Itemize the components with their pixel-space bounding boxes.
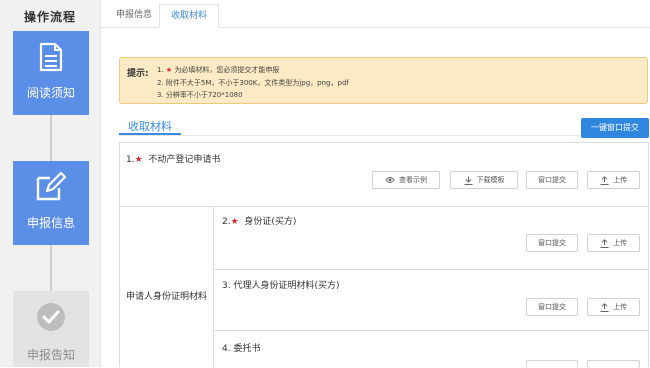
item-1-title: 1.★ 不动产登记申请书 bbox=[126, 155, 221, 165]
row-divider bbox=[213, 269, 649, 270]
required-star-icon: ★ bbox=[165, 66, 173, 74]
step-declare-notify[interactable]: 申报告知 bbox=[13, 291, 89, 367]
tab-collect-materials[interactable]: 收取材料 bbox=[159, 4, 219, 28]
notice-line-2: 2. 附件不大于5M，不小于300K，文件类型为jpg，png，pdf bbox=[157, 79, 349, 87]
document-icon bbox=[13, 42, 89, 74]
upload-icon bbox=[600, 238, 609, 248]
step-label: 阅读须知 bbox=[26, 86, 75, 100]
upload-button[interactable]: 上传 bbox=[587, 298, 640, 316]
section-divider bbox=[119, 135, 649, 136]
check-circle-icon bbox=[13, 302, 89, 334]
step-label: 申报信息 bbox=[26, 216, 75, 230]
item-4-title: 4. 委托书 bbox=[222, 344, 261, 354]
step-connector bbox=[50, 115, 52, 161]
group-divider bbox=[213, 207, 214, 367]
notice-label: 提示: bbox=[127, 69, 149, 79]
view-example-button[interactable]: 查看示例 bbox=[372, 171, 440, 189]
upload-button[interactable]: 上传 bbox=[587, 234, 640, 252]
section-title: 收取材料 bbox=[119, 118, 181, 135]
required-star-icon: ★ bbox=[134, 155, 143, 165]
group-label: 申请人身份证明材料 bbox=[126, 292, 208, 302]
tab-bar: 申报信息 收取材料 bbox=[101, 0, 650, 28]
notice-line-1: 1. ★ 为必填材料，您必须提交才能申报 bbox=[157, 66, 280, 74]
item-3-title: 3. 代理人身份证明材料(买方) bbox=[222, 281, 340, 291]
download-icon bbox=[464, 176, 472, 185]
notice-box: 提示: 1. ★ 为必填材料，您必须提交才能申报 2. 附件不大于5M，不小于3… bbox=[119, 57, 648, 104]
row-divider bbox=[213, 330, 649, 331]
download-template-button[interactable]: 下载模板 bbox=[450, 171, 518, 189]
item-2-title: 2.★ 身份证(买方) bbox=[222, 217, 297, 227]
row-divider bbox=[119, 206, 649, 207]
upload-icon bbox=[600, 175, 609, 185]
window-submit-button[interactable]: 窗口提交 bbox=[526, 171, 578, 189]
sidebar-title: 操作流程 bbox=[23, 10, 76, 24]
window-submit-button[interactable]: 窗口提交 bbox=[526, 298, 578, 316]
process-sidebar: 操作流程 阅读须知 申报信息 申报告知 bbox=[0, 0, 101, 367]
step-read-notice[interactable]: 阅读须知 bbox=[13, 31, 89, 115]
notice-line-3: 3. 分辨率不小于720*1080 bbox=[157, 91, 243, 99]
upload-icon bbox=[600, 302, 609, 312]
step-declare-info[interactable]: 申报信息 bbox=[13, 161, 89, 245]
window-submit-button[interactable]: 窗口提交 bbox=[526, 234, 578, 252]
required-star-icon: ★ bbox=[230, 217, 239, 227]
tab-declare-info[interactable]: 申报信息 bbox=[105, 4, 163, 27]
submit-all-button[interactable]: 一键窗口提交 bbox=[581, 118, 649, 138]
edit-icon bbox=[13, 172, 89, 204]
step-label: 申报告知 bbox=[26, 348, 75, 362]
upload-button[interactable]: 上传 bbox=[587, 171, 640, 189]
step-connector bbox=[50, 245, 52, 291]
eye-icon bbox=[385, 177, 395, 183]
